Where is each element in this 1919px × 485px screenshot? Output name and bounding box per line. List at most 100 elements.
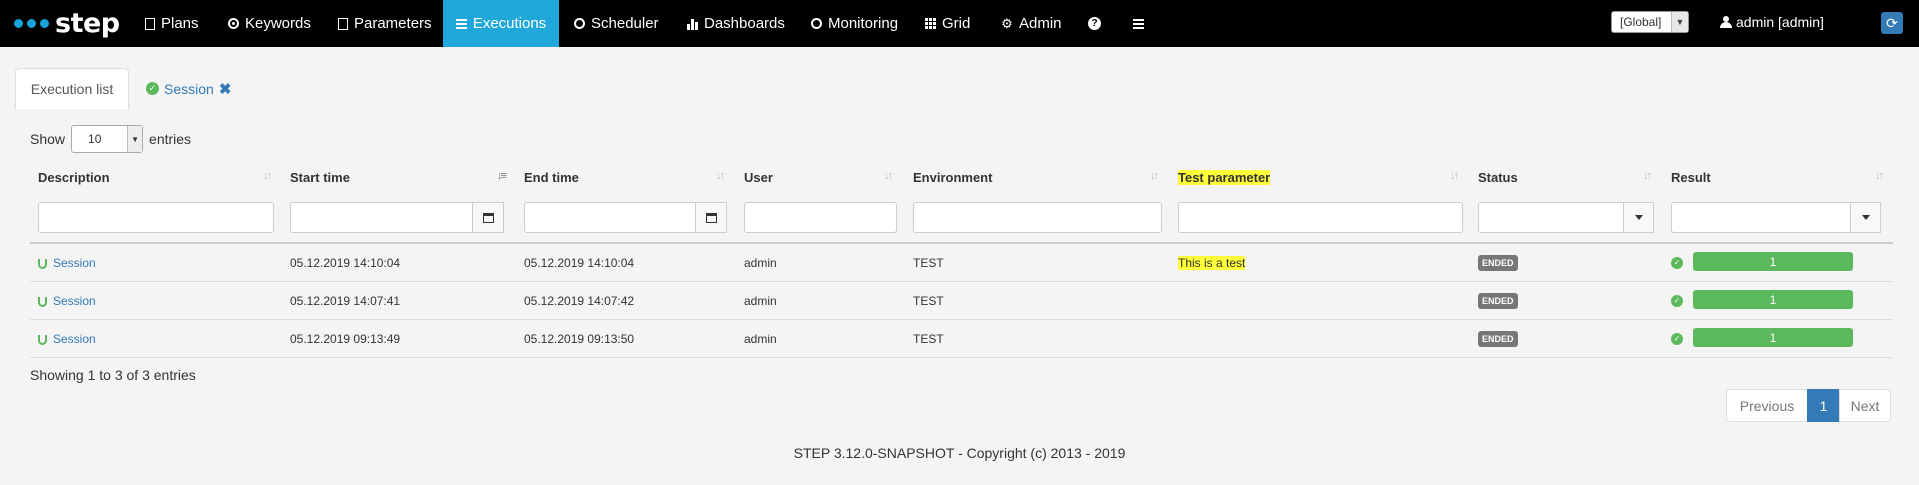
- start-time-cell: 05.12.2019 09:13:49: [290, 331, 401, 346]
- menu-icon: [1133, 18, 1144, 29]
- nav-monitoring[interactable]: Monitoring: [811, 0, 898, 47]
- check-circle-icon: ✓: [146, 82, 159, 95]
- status-filter-dropdown[interactable]: [1623, 202, 1654, 233]
- description-text: Session: [53, 293, 96, 308]
- brand-logo[interactable]: step: [14, 6, 120, 40]
- status-badge: ENDED: [1478, 330, 1518, 347]
- tab-session[interactable]: ✓ Session ✖: [146, 68, 231, 109]
- user-menu[interactable]: admin [admin]: [1720, 0, 1824, 44]
- col-label: Result: [1671, 169, 1711, 185]
- col-start-time-header[interactable]: Start time: [290, 162, 350, 192]
- nav-monitoring-label: Monitoring: [828, 15, 899, 32]
- pagination: Previous 1 Next: [1726, 389, 1891, 422]
- result-filter-input[interactable]: [1671, 202, 1851, 233]
- result-cell[interactable]: ✓ 1: [1671, 320, 1871, 357]
- entries-label: entries: [149, 131, 192, 147]
- tab-execution-list-label: Execution list: [30, 81, 114, 97]
- result-cell[interactable]: ✓ 1: [1671, 244, 1871, 281]
- clock-icon: [574, 18, 585, 29]
- col-user-header[interactable]: User: [744, 162, 773, 192]
- status-cell: ENDED: [1478, 244, 1518, 281]
- col-test-parameter-header[interactable]: Test parameter: [1178, 162, 1271, 192]
- nav-admin[interactable]: ⚙ Admin: [1001, 0, 1062, 47]
- col-description-header[interactable]: Description: [38, 162, 110, 192]
- result-cell[interactable]: ✓ 1: [1671, 282, 1871, 319]
- environment-cell: TEST: [913, 255, 944, 270]
- start-time-cell: 05.12.2019 14:10:04: [290, 255, 401, 270]
- result-filter-dropdown[interactable]: [1850, 202, 1881, 233]
- nav-keywords[interactable]: Keywords: [228, 0, 311, 47]
- nav-plans[interactable]: Plans: [145, 0, 199, 47]
- logo-dots-icon: [14, 18, 49, 28]
- status-filter-input[interactable]: [1478, 202, 1624, 233]
- help-icon: ?: [1088, 17, 1101, 30]
- grid-icon: [925, 18, 936, 29]
- target-icon: [228, 18, 239, 29]
- top-navbar: step Plans Keywords Parameters Execution…: [0, 0, 1919, 47]
- nav-dashboards[interactable]: Dashboards: [687, 0, 785, 47]
- description-link[interactable]: Session: [38, 320, 96, 357]
- tab-execution-list[interactable]: Execution list: [15, 68, 129, 109]
- sort-icon[interactable]: ↓↑: [1450, 170, 1459, 182]
- user-filter-input[interactable]: [744, 202, 897, 233]
- chevron-down-icon: ▼: [1671, 12, 1688, 32]
- end-time-filter-input[interactable]: [524, 202, 696, 233]
- description-link[interactable]: Session: [38, 244, 96, 281]
- nav-help[interactable]: ?: [1088, 0, 1101, 47]
- magnet-icon: [38, 258, 47, 269]
- magnet-icon: [38, 334, 47, 345]
- description-link[interactable]: Session: [38, 282, 96, 319]
- result-bar: 1: [1693, 252, 1853, 271]
- tab-session-label: Session: [164, 80, 214, 97]
- sort-icon[interactable]: ↓↑: [263, 170, 272, 182]
- test-parameter-filter-input[interactable]: [1178, 202, 1463, 233]
- col-status-header[interactable]: Status: [1478, 162, 1518, 192]
- result-count: 1: [1769, 292, 1777, 307]
- refresh-button[interactable]: ⟳: [1881, 12, 1903, 34]
- previous-page-button[interactable]: Previous: [1726, 389, 1808, 422]
- sort-icon[interactable]: ↓↑: [1643, 170, 1652, 182]
- end-time-cell: 05.12.2019 14:10:04: [524, 255, 635, 270]
- sort-icon[interactable]: ↓↑: [1875, 170, 1884, 182]
- status-cell: ENDED: [1478, 320, 1518, 357]
- close-icon[interactable]: ✖: [219, 80, 232, 98]
- user-cell: admin: [744, 293, 777, 308]
- result-bar: 1: [1693, 328, 1853, 347]
- col-result-header[interactable]: Result: [1671, 162, 1711, 192]
- start-time-filter-input[interactable]: [290, 202, 473, 233]
- end-time-cell: 05.12.2019 09:13:50: [524, 331, 635, 346]
- nav-executions-label: Executions: [472, 15, 547, 32]
- sort-desc-icon[interactable]: ↓≡: [497, 170, 507, 182]
- user-cell: admin: [744, 255, 777, 270]
- nav-grid[interactable]: Grid: [925, 0, 970, 47]
- gear-icon: ⚙: [1001, 15, 1013, 31]
- sort-icon[interactable]: ↓↑: [1150, 170, 1159, 182]
- nav-parameters[interactable]: Parameters: [338, 0, 432, 47]
- calendar-icon: [705, 212, 717, 223]
- environment-filter-input[interactable]: [913, 202, 1162, 233]
- context-select[interactable]: [Global] ▼: [1611, 11, 1689, 33]
- page-length-value: 10: [88, 132, 102, 146]
- end-time-calendar-button[interactable]: [695, 202, 727, 233]
- col-label: Description: [38, 169, 110, 185]
- nav-admin-label: Admin: [1019, 15, 1062, 32]
- check-circle-icon: ✓: [1671, 256, 1683, 269]
- col-environment-header[interactable]: Environment: [913, 162, 992, 192]
- context-value: [Global]: [1620, 15, 1662, 29]
- page-1-button[interactable]: 1: [1807, 389, 1840, 422]
- sort-icon[interactable]: ↓↑: [716, 170, 725, 182]
- nav-keywords-label: Keywords: [245, 15, 311, 32]
- nav-executions[interactable]: Executions: [443, 0, 559, 47]
- page-length-select[interactable]: 10 ▼: [71, 125, 144, 153]
- calendar-icon: [482, 212, 494, 223]
- col-label: Test parameter: [1178, 169, 1271, 185]
- col-end-time-header[interactable]: End time: [524, 162, 579, 192]
- sort-icon[interactable]: ↓↑: [884, 170, 893, 182]
- result-count: 1: [1769, 254, 1777, 269]
- nav-scheduler[interactable]: Scheduler: [574, 0, 659, 47]
- nav-menu[interactable]: [1133, 0, 1144, 47]
- start-time-calendar-button[interactable]: [472, 202, 504, 233]
- next-page-button[interactable]: Next: [1839, 389, 1891, 422]
- caret-down-icon: [1861, 215, 1870, 220]
- description-filter-input[interactable]: [38, 202, 274, 233]
